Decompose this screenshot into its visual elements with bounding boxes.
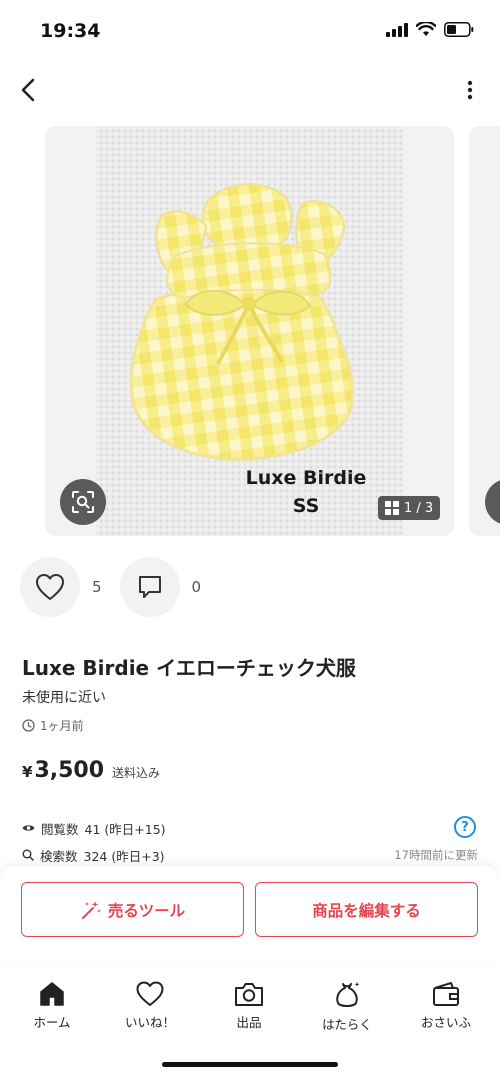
sell-tools-button[interactable]: 売るツール xyxy=(21,882,244,937)
image-search-icon xyxy=(72,491,94,513)
more-options-button[interactable] xyxy=(458,72,482,108)
nav-bar xyxy=(0,68,500,112)
battery-icon xyxy=(444,22,474,37)
photo-watermark: Luxe Birdie SS xyxy=(211,464,401,520)
image-counter: 1 / 3 xyxy=(378,496,441,520)
tab-wallet[interactable]: おさいふ xyxy=(406,980,486,1031)
eye-icon xyxy=(22,825,35,831)
grid-icon xyxy=(385,501,399,515)
tab-work[interactable]: はたらく xyxy=(307,980,387,1033)
engagement-row: 5 0 xyxy=(20,557,219,617)
carousel-next-slide[interactable] xyxy=(469,126,500,536)
views-value: 41 (昨日+15) xyxy=(84,821,166,837)
views-label: 閲覧数 xyxy=(41,821,79,837)
tab-likes-label: いいね！ xyxy=(124,1015,175,1030)
search-label: 検索数 xyxy=(40,848,78,864)
watermark-brand: Luxe Birdie xyxy=(245,467,367,489)
chevron-left-icon xyxy=(21,78,35,102)
like-button[interactable] xyxy=(20,557,80,617)
status-time: 19:34 xyxy=(40,20,101,42)
action-panel: 売るツール 商品を編集する xyxy=(0,866,500,961)
wallet-icon xyxy=(433,982,459,1006)
updated-time: 17時間前に更新 xyxy=(394,848,478,862)
wifi-icon xyxy=(416,22,436,36)
item-price: 3,500 xyxy=(34,758,105,783)
moneybag-icon xyxy=(336,982,360,1007)
tab-likes[interactable]: いいね！ xyxy=(110,980,190,1031)
comment-button[interactable] xyxy=(119,557,180,617)
home-icon xyxy=(40,982,64,1006)
comment-icon xyxy=(138,576,161,598)
camera-icon xyxy=(235,983,263,1006)
item-stats: 閲覧数 41 (昨日+15) 検索数 324 (昨日+3) ? 17時間前に更新 xyxy=(22,816,478,865)
currency-symbol: ¥ xyxy=(22,763,33,781)
edit-item-button[interactable]: 商品を編集する xyxy=(255,882,478,937)
image-counter-text: 1 / 3 xyxy=(404,500,434,516)
shipping-note: 送料込み xyxy=(112,766,161,780)
comment-count: 0 xyxy=(191,578,202,596)
tab-work-label: はたらく xyxy=(322,1017,372,1032)
like-count: 5 xyxy=(92,578,102,596)
item-condition: 未使用に近い xyxy=(22,690,106,706)
status-bar: 19:34 xyxy=(0,0,500,60)
home-indicator xyxy=(162,1062,338,1067)
tab-wallet-label: おさいふ xyxy=(420,1015,471,1030)
posted-time-text: 1ヶ月前 xyxy=(40,719,84,733)
image-carousel[interactable]: Luxe Birdie SS 1 / 3 xyxy=(0,126,500,536)
search-value: 324 (昨日+3) xyxy=(83,848,165,864)
clock-icon xyxy=(22,719,35,732)
help-icon[interactable]: ? xyxy=(454,816,476,838)
search-icon xyxy=(22,849,34,861)
status-icons xyxy=(386,22,474,37)
edit-item-label: 商品を編集する xyxy=(312,901,421,920)
more-vertical-icon xyxy=(467,80,473,100)
cellular-signal-icon xyxy=(386,22,408,37)
tab-home-label: ホーム xyxy=(33,1015,71,1030)
sell-tools-label: 売るツール xyxy=(107,901,186,920)
price-row: ¥ 3,500 送料込み xyxy=(22,758,160,783)
views-stat: 閲覧数 41 (昨日+15) xyxy=(22,818,478,838)
back-button[interactable] xyxy=(12,72,44,108)
image-search-button[interactable] xyxy=(60,479,106,525)
heart-icon xyxy=(136,981,164,1006)
tab-sell-label: 出品 xyxy=(236,1015,262,1030)
tab-home[interactable]: ホーム xyxy=(12,980,92,1031)
image-search-icon xyxy=(485,479,500,525)
carousel-slide[interactable]: Luxe Birdie SS 1 / 3 xyxy=(45,126,454,536)
magic-wand-icon xyxy=(81,900,101,919)
watermark-size: SS xyxy=(292,495,320,517)
item-title: Luxe Birdie イエローチェック犬服 xyxy=(22,656,356,680)
heart-icon xyxy=(36,574,64,600)
posted-time: 1ヶ月前 xyxy=(22,717,84,734)
tab-sell[interactable]: 出品 xyxy=(209,980,289,1031)
